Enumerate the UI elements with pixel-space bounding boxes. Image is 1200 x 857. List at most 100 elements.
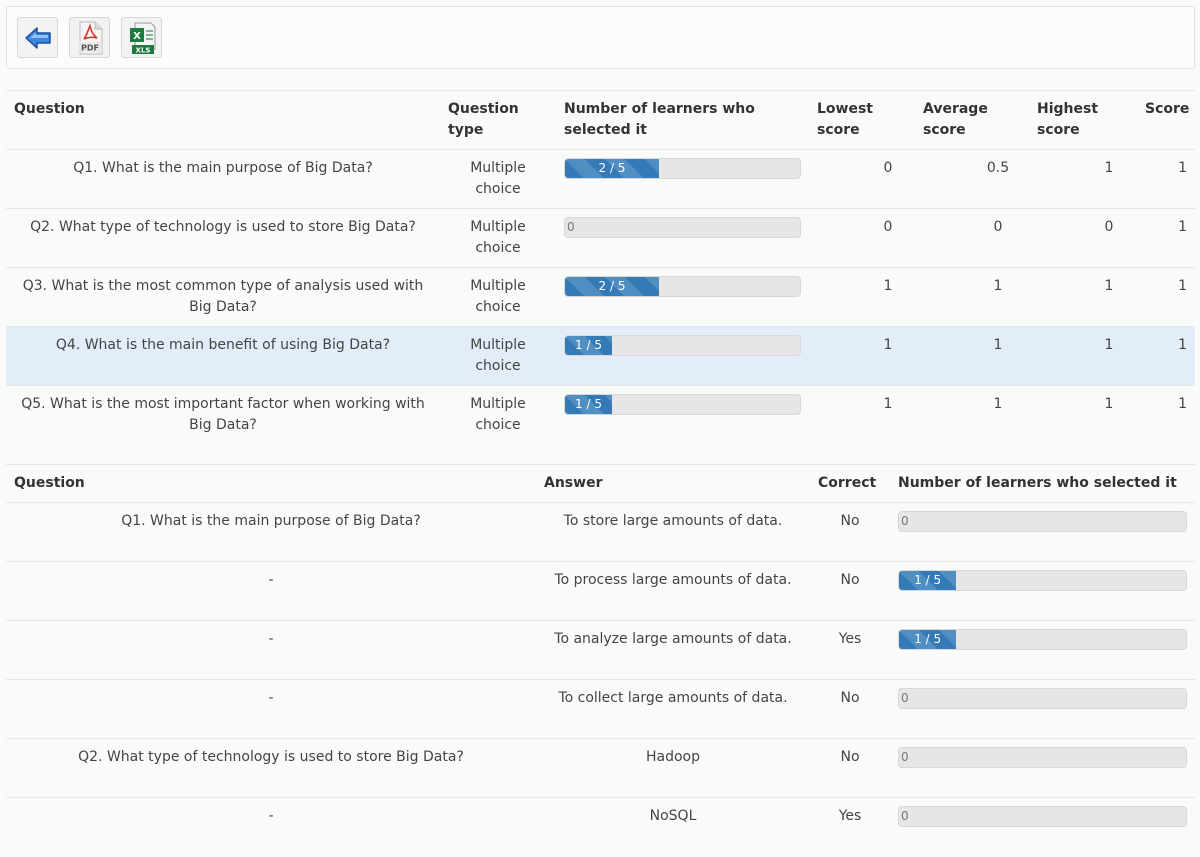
progress-bar: 1 / 5	[898, 570, 1187, 591]
correct-flag: No	[840, 513, 860, 529]
question-type: Multiple choice	[470, 160, 526, 197]
xls-icon-label: XLS	[135, 46, 150, 54]
answer-text: NoSQL	[649, 808, 697, 824]
question-row[interactable]: Q5. What is the most important factor wh…	[6, 385, 1195, 445]
score: 1	[1137, 326, 1195, 386]
progress-bar: 0	[898, 747, 1187, 768]
progress-bar: 0	[898, 806, 1187, 827]
progress-bar-label: 1 / 5	[914, 573, 942, 587]
score: 1	[1178, 396, 1187, 412]
learners-selected-cell: 0	[890, 798, 1195, 857]
col-header-question[interactable]: Question	[6, 91, 440, 150]
progress-bar: 1 / 5	[564, 394, 801, 415]
lowest-score: 1	[883, 396, 893, 412]
learners-selected-cell: 2 / 5	[556, 150, 809, 209]
highest-score: 0	[1104, 219, 1114, 235]
highest-score: 1	[1029, 326, 1137, 386]
answer-row[interactable]: - To analyze large amounts of data. Yes 1 /…	[6, 620, 1195, 680]
progress-bar-label: 0	[567, 220, 575, 234]
answer-row[interactable]: - To collect large amounts of data. No 0	[6, 679, 1195, 739]
question-text: -	[268, 808, 274, 824]
question-type: Multiple choice	[470, 219, 526, 256]
progress-bar-label: 0	[901, 691, 909, 705]
question-row[interactable]: Q1. What is the main purpose of Big Data…	[6, 149, 1195, 209]
correct-flag: No	[840, 572, 860, 588]
progress-bar: 0	[564, 217, 801, 238]
col-header-lowest-score[interactable]: Lowest score	[809, 91, 915, 150]
progress-bar: 1 / 5	[898, 629, 1187, 650]
learners-selected-cell: 1 / 5	[890, 621, 1195, 680]
average-score: 1	[993, 278, 1003, 294]
learners-selected-cell: 0	[890, 503, 1195, 562]
progress-bar-label: 0	[901, 514, 909, 528]
col-header-average-score[interactable]: Average score	[915, 91, 1029, 150]
learners-selected-cell: 1 / 5	[890, 562, 1195, 621]
toolbar: PDF X XLS	[6, 6, 1195, 69]
answers-header-row: Question Answer Correct Number of learne…	[6, 464, 1195, 503]
svg-text:X: X	[133, 31, 141, 42]
highest-score: 1	[1104, 278, 1114, 294]
col-header-score[interactable]: Score	[1137, 91, 1195, 150]
answer-text: To process large amounts of data.	[554, 572, 792, 588]
learners-selected-cell: 0	[556, 209, 809, 268]
question-row[interactable]: Q4. What is the main benefit of using Bi…	[6, 326, 1195, 386]
back-button[interactable]	[17, 17, 58, 58]
score: 1	[1178, 160, 1187, 176]
question-row[interactable]: Q3. What is the most common type of anal…	[6, 267, 1195, 327]
correct-flag: Yes	[838, 808, 862, 824]
average-score: 0	[993, 219, 1003, 235]
progress-bar: 2 / 5	[564, 158, 801, 179]
score: 1	[1178, 278, 1187, 294]
question-text: -	[268, 631, 274, 647]
col-header-question[interactable]: Question	[6, 465, 536, 503]
progress-bar-label: 2 / 5	[598, 279, 626, 293]
export-pdf-button[interactable]: PDF	[69, 17, 110, 58]
lowest-score: 0	[883, 160, 893, 176]
answer-row[interactable]: - To process large amounts of data. No 1 / …	[6, 561, 1195, 621]
question-text: Q3. What is the most common type of anal…	[22, 278, 424, 315]
answer-row[interactable]: - NoSQL Yes 0	[6, 797, 1195, 857]
question-type: Multiple choice	[440, 326, 556, 386]
progress-bar: 0	[898, 688, 1187, 709]
progress-bar-label: 1 / 5	[914, 632, 942, 646]
answer-row[interactable]: Q1. What is the main purpose of Big Data…	[6, 502, 1195, 562]
progress-bar-label: 1 / 5	[575, 397, 602, 411]
progress-bar: 0	[898, 511, 1187, 532]
correct-flag: No	[840, 690, 860, 706]
answer-text: To analyze large amounts of data.	[554, 631, 792, 647]
correct-flag: No	[840, 749, 860, 765]
export-xls-button[interactable]: X XLS	[121, 17, 162, 58]
excel-file-icon: X XLS	[129, 22, 155, 54]
col-header-learners-selected[interactable]: Number of learners who selected it	[556, 91, 809, 150]
col-header-answer[interactable]: Answer	[536, 465, 810, 503]
question-text: -	[268, 572, 274, 588]
question-row[interactable]: Q2. What type of technology is used to s…	[6, 208, 1195, 268]
learners-selected-cell: 0	[890, 739, 1195, 798]
col-header-highest-score[interactable]: Highest score	[1029, 91, 1137, 150]
summary-header-row: Question Question type Number of learner…	[6, 90, 1195, 150]
col-header-learners-selected[interactable]: Number of learners who selected it	[890, 465, 1195, 503]
score: 1	[1178, 219, 1187, 235]
pdf-file-icon: PDF	[77, 21, 102, 54]
learners-selected-cell: 2 / 5	[556, 268, 809, 327]
learners-selected-cell: 1 / 5	[556, 326, 809, 386]
col-header-question-type[interactable]: Question type	[440, 91, 556, 150]
highest-score: 1	[1104, 160, 1114, 176]
progress-bar-label: 2 / 5	[598, 161, 626, 175]
col-header-correct[interactable]: Correct	[810, 465, 890, 503]
question-text: Q5. What is the most important factor wh…	[21, 396, 425, 433]
progress-bar-label: 0	[901, 809, 909, 823]
question-text: Q1. What is the main purpose of Big Data…	[73, 160, 373, 176]
question-type: Multiple choice	[470, 396, 526, 433]
pdf-icon-label: PDF	[81, 43, 99, 52]
question-summary-table: Question Question type Number of learner…	[6, 90, 1195, 445]
back-arrow-icon	[24, 26, 51, 49]
lowest-score: 1	[809, 326, 915, 386]
progress-bar: 2 / 5	[564, 276, 801, 297]
progress-bar: 1 / 5	[564, 335, 801, 356]
answer-row[interactable]: Q2. What type of technology is used to s…	[6, 738, 1195, 798]
lowest-score: 1	[883, 278, 893, 294]
question-type: Multiple choice	[470, 278, 526, 315]
question-text: Q2. What type of technology is used to s…	[30, 219, 416, 235]
answer-text: To collect large amounts of data.	[558, 690, 788, 706]
